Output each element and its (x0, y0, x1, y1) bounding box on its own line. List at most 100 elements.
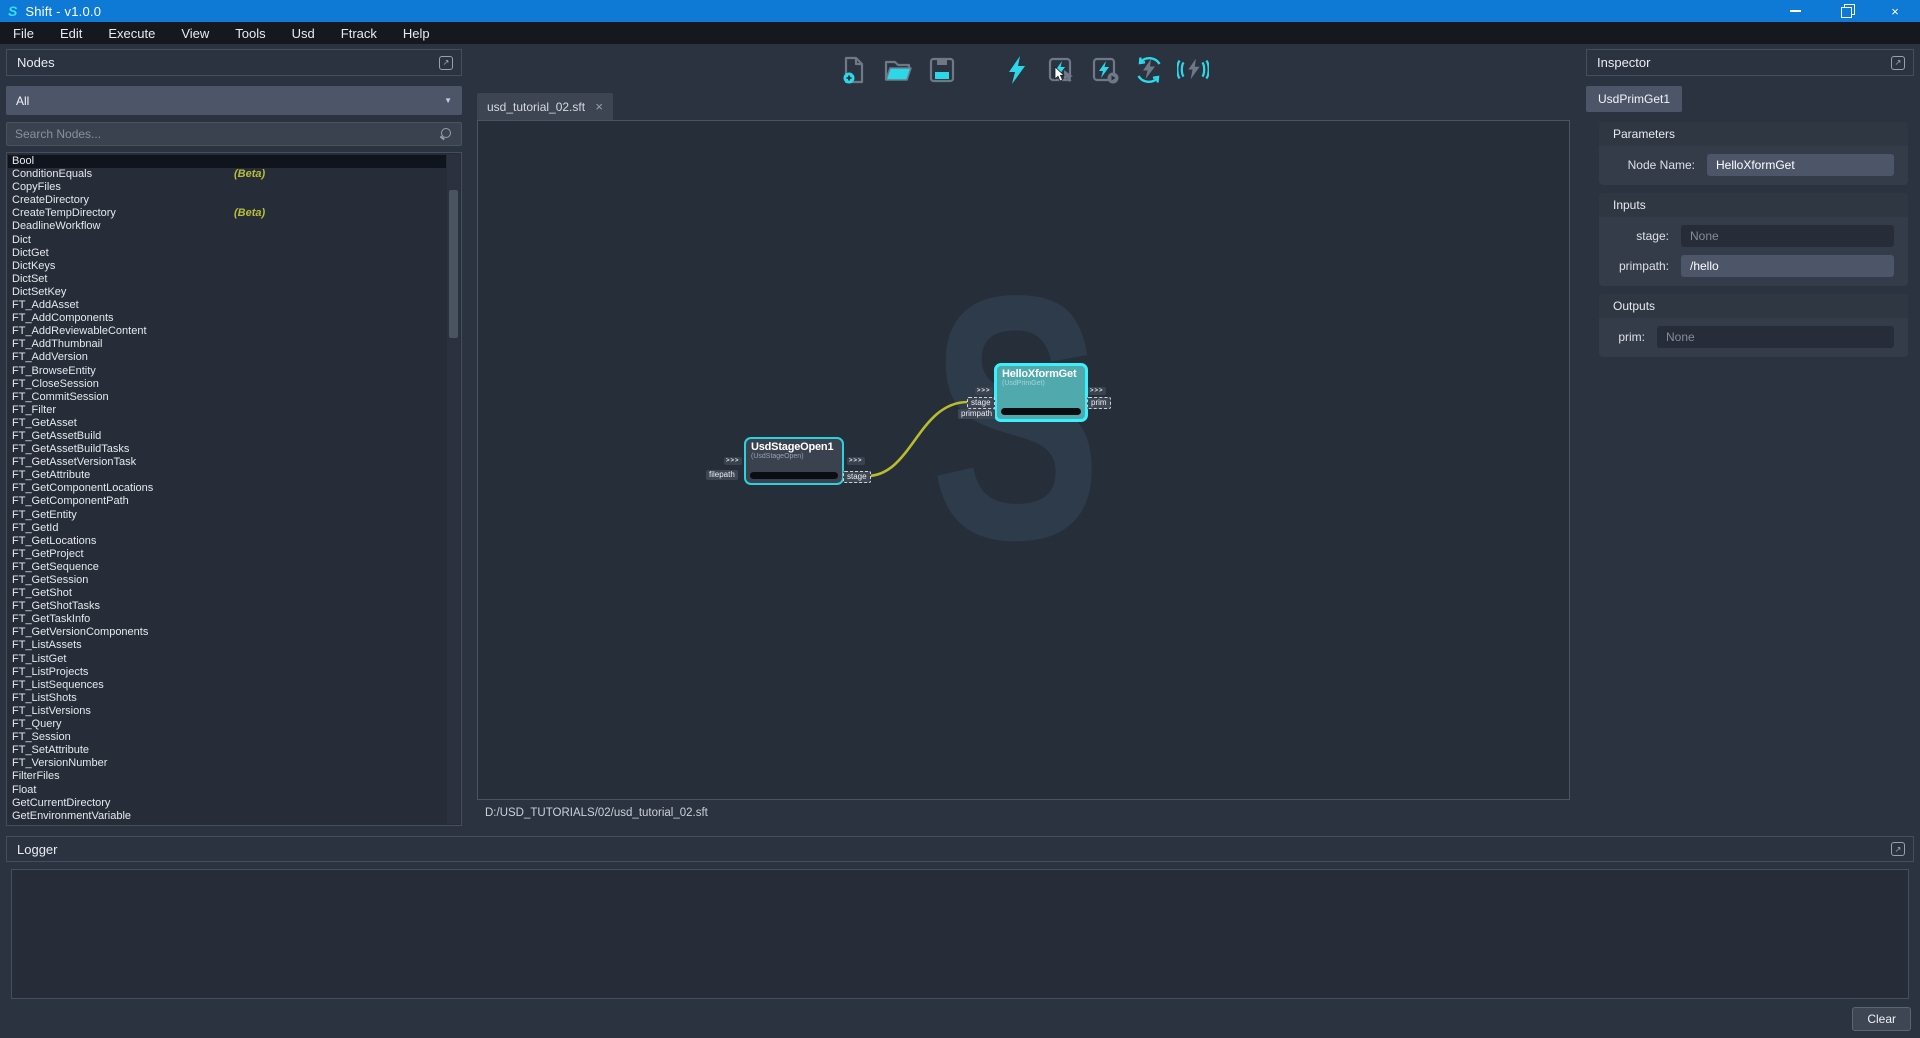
app-logo-icon: S (0, 3, 25, 19)
inputs-section-header: Inputs (1599, 193, 1908, 217)
list-item[interactable]: FT_ListSequences (8, 679, 446, 692)
list-item[interactable]: Float (8, 784, 446, 797)
list-item[interactable]: FT_Query (8, 718, 446, 731)
list-item[interactable]: FilterFiles (8, 770, 446, 783)
list-item[interactable]: FT_GetAsset (8, 417, 446, 430)
outputs-section: Outputs prim: None (1599, 294, 1908, 357)
tab-close-icon[interactable]: × (595, 99, 603, 114)
minimize-button[interactable] (1770, 0, 1820, 22)
list-item[interactable]: FT_GetAssetBuild (8, 430, 446, 443)
list-item[interactable]: FT_GetTaskInfo (8, 613, 446, 626)
undock-icon[interactable]: ↗ (1891, 842, 1905, 856)
list-item[interactable]: Dict (8, 234, 446, 247)
list-item[interactable]: FT_Filter (8, 404, 446, 417)
menu-usd[interactable]: Usd (279, 22, 328, 44)
save-scene-icon[interactable] (926, 54, 958, 86)
execute-icon[interactable] (1001, 54, 1033, 86)
list-item[interactable]: GetCurrentDirectory (8, 797, 446, 810)
close-button[interactable]: × (1870, 0, 1920, 22)
port-primpath-input[interactable]: primpath (958, 409, 995, 419)
list-item[interactable]: FT_GetLocations (8, 535, 446, 548)
node-filter-dropdown[interactable]: All ▼ (6, 86, 462, 115)
node-title: HelloXformGet (997, 366, 1085, 380)
list-item[interactable]: FT_ListGet (8, 653, 446, 666)
list-item[interactable]: CreateTempDirectory(Beta) (8, 207, 446, 220)
menu-edit[interactable]: Edit (47, 22, 95, 44)
list-item[interactable]: FT_AddComponents (8, 312, 446, 325)
list-item[interactable]: FT_GetComponentLocations (8, 482, 446, 495)
menu-view[interactable]: View (168, 22, 222, 44)
scrollbar-track[interactable] (447, 154, 460, 824)
list-item[interactable]: FT_CloseSession (8, 378, 446, 391)
list-item[interactable]: GetEnvironmentVariable (8, 810, 446, 823)
list-item[interactable]: FT_AddAsset (8, 299, 446, 312)
undock-icon[interactable]: ↗ (1891, 56, 1905, 70)
list-item[interactable]: CopyFiles (8, 181, 446, 194)
list-item[interactable]: FT_ListProjects (8, 666, 446, 679)
node-graph-canvas[interactable]: S UsdStageOpen1 (UsdStageOpen) >>> >>> f… (477, 120, 1570, 800)
list-item[interactable]: FT_SetAttribute (8, 744, 446, 757)
list-item[interactable]: FT_GetAssetVersionTask (8, 456, 446, 469)
node-name-field[interactable]: HelloXformGet (1707, 154, 1894, 176)
list-item[interactable]: FT_CommitSession (8, 391, 446, 404)
undock-icon[interactable]: ↗ (439, 56, 453, 70)
tab-usd-tutorial-02[interactable]: usd_tutorial_02.sft × (477, 93, 613, 120)
list-item[interactable]: FT_GetAttribute (8, 469, 446, 482)
list-item[interactable]: FT_GetShotTasks (8, 600, 446, 613)
list-item[interactable]: FT_ListShots (8, 692, 446, 705)
list-item[interactable]: DictSet (8, 273, 446, 286)
list-item[interactable]: DeadlineWorkflow (8, 220, 446, 233)
menu-help[interactable]: Help (390, 22, 443, 44)
list-item[interactable]: FT_GetId (8, 522, 446, 535)
list-item[interactable]: FT_AddVersion (8, 351, 446, 364)
list-item[interactable]: FT_Session (8, 731, 446, 744)
port-filepath-input[interactable]: filepath (706, 470, 738, 480)
live-execute-icon[interactable] (1177, 54, 1209, 86)
new-scene-icon[interactable] (838, 54, 870, 86)
list-item[interactable]: FT_GetVersionComponents (8, 626, 446, 639)
list-item[interactable]: Bool (8, 155, 446, 168)
graph-node-usdstageopen1[interactable]: UsdStageOpen1 (UsdStageOpen) (744, 437, 844, 485)
menu-file[interactable]: File (0, 22, 47, 44)
execute-selected-icon[interactable] (1045, 54, 1077, 86)
list-item[interactable]: FT_GetComponentPath (8, 495, 446, 508)
port-stage-input[interactable]: stage (967, 397, 995, 409)
open-scene-icon[interactable] (882, 54, 914, 86)
menu-ftrack[interactable]: Ftrack (328, 22, 390, 44)
list-item[interactable]: FT_GetSession (8, 574, 446, 587)
list-item[interactable]: FT_GetShot (8, 587, 446, 600)
logger-title: Logger (17, 842, 57, 857)
list-item[interactable]: FT_ListAssets (8, 639, 446, 652)
list-item[interactable]: DictGet (8, 247, 446, 260)
search-input[interactable]: Search Nodes... (6, 122, 462, 146)
menu-tools[interactable]: Tools (222, 22, 278, 44)
nodes-panel-title: Nodes (17, 55, 55, 70)
node-type-label: (UsdStageOpen) (746, 453, 842, 460)
list-item[interactable]: DictSetKey (8, 286, 446, 299)
list-item[interactable]: FT_VersionNumber (8, 757, 446, 770)
restore-icon (1841, 7, 1850, 16)
execute-from-selected-icon[interactable] (1089, 54, 1121, 86)
list-item[interactable]: FT_GetEntity (8, 509, 446, 522)
graph-node-helloxformget[interactable]: HelloXformGet (UsdPrimGet) (994, 363, 1088, 422)
list-item[interactable]: DictKeys (8, 260, 446, 273)
list-item[interactable]: FT_AddReviewableContent (8, 325, 446, 338)
list-item[interactable]: FT_GetSequence (8, 561, 446, 574)
list-item[interactable]: ConditionEquals(Beta) (8, 168, 446, 181)
stage-label: stage: (1609, 229, 1669, 243)
menu-execute[interactable]: Execute (95, 22, 168, 44)
list-item[interactable]: FT_AddThumbnail (8, 338, 446, 351)
port-stage-output[interactable]: stage (843, 471, 871, 483)
list-item[interactable]: FT_GetProject (8, 548, 446, 561)
list-item[interactable]: FT_BrowseEntity (8, 365, 446, 378)
primpath-field[interactable]: /hello (1681, 255, 1894, 277)
port-prim-output[interactable]: prim (1087, 397, 1111, 409)
scrollbar-thumb[interactable] (449, 190, 458, 338)
re-execute-icon[interactable] (1133, 54, 1165, 86)
inspector-node-tab[interactable]: UsdPrimGet1 (1586, 86, 1682, 112)
list-item[interactable]: FT_GetAssetBuildTasks (8, 443, 446, 456)
clear-button[interactable]: Clear (1852, 1007, 1911, 1031)
list-item[interactable]: CreateDirectory (8, 194, 446, 207)
restore-button[interactable] (1820, 0, 1870, 22)
list-item[interactable]: FT_ListVersions (8, 705, 446, 718)
